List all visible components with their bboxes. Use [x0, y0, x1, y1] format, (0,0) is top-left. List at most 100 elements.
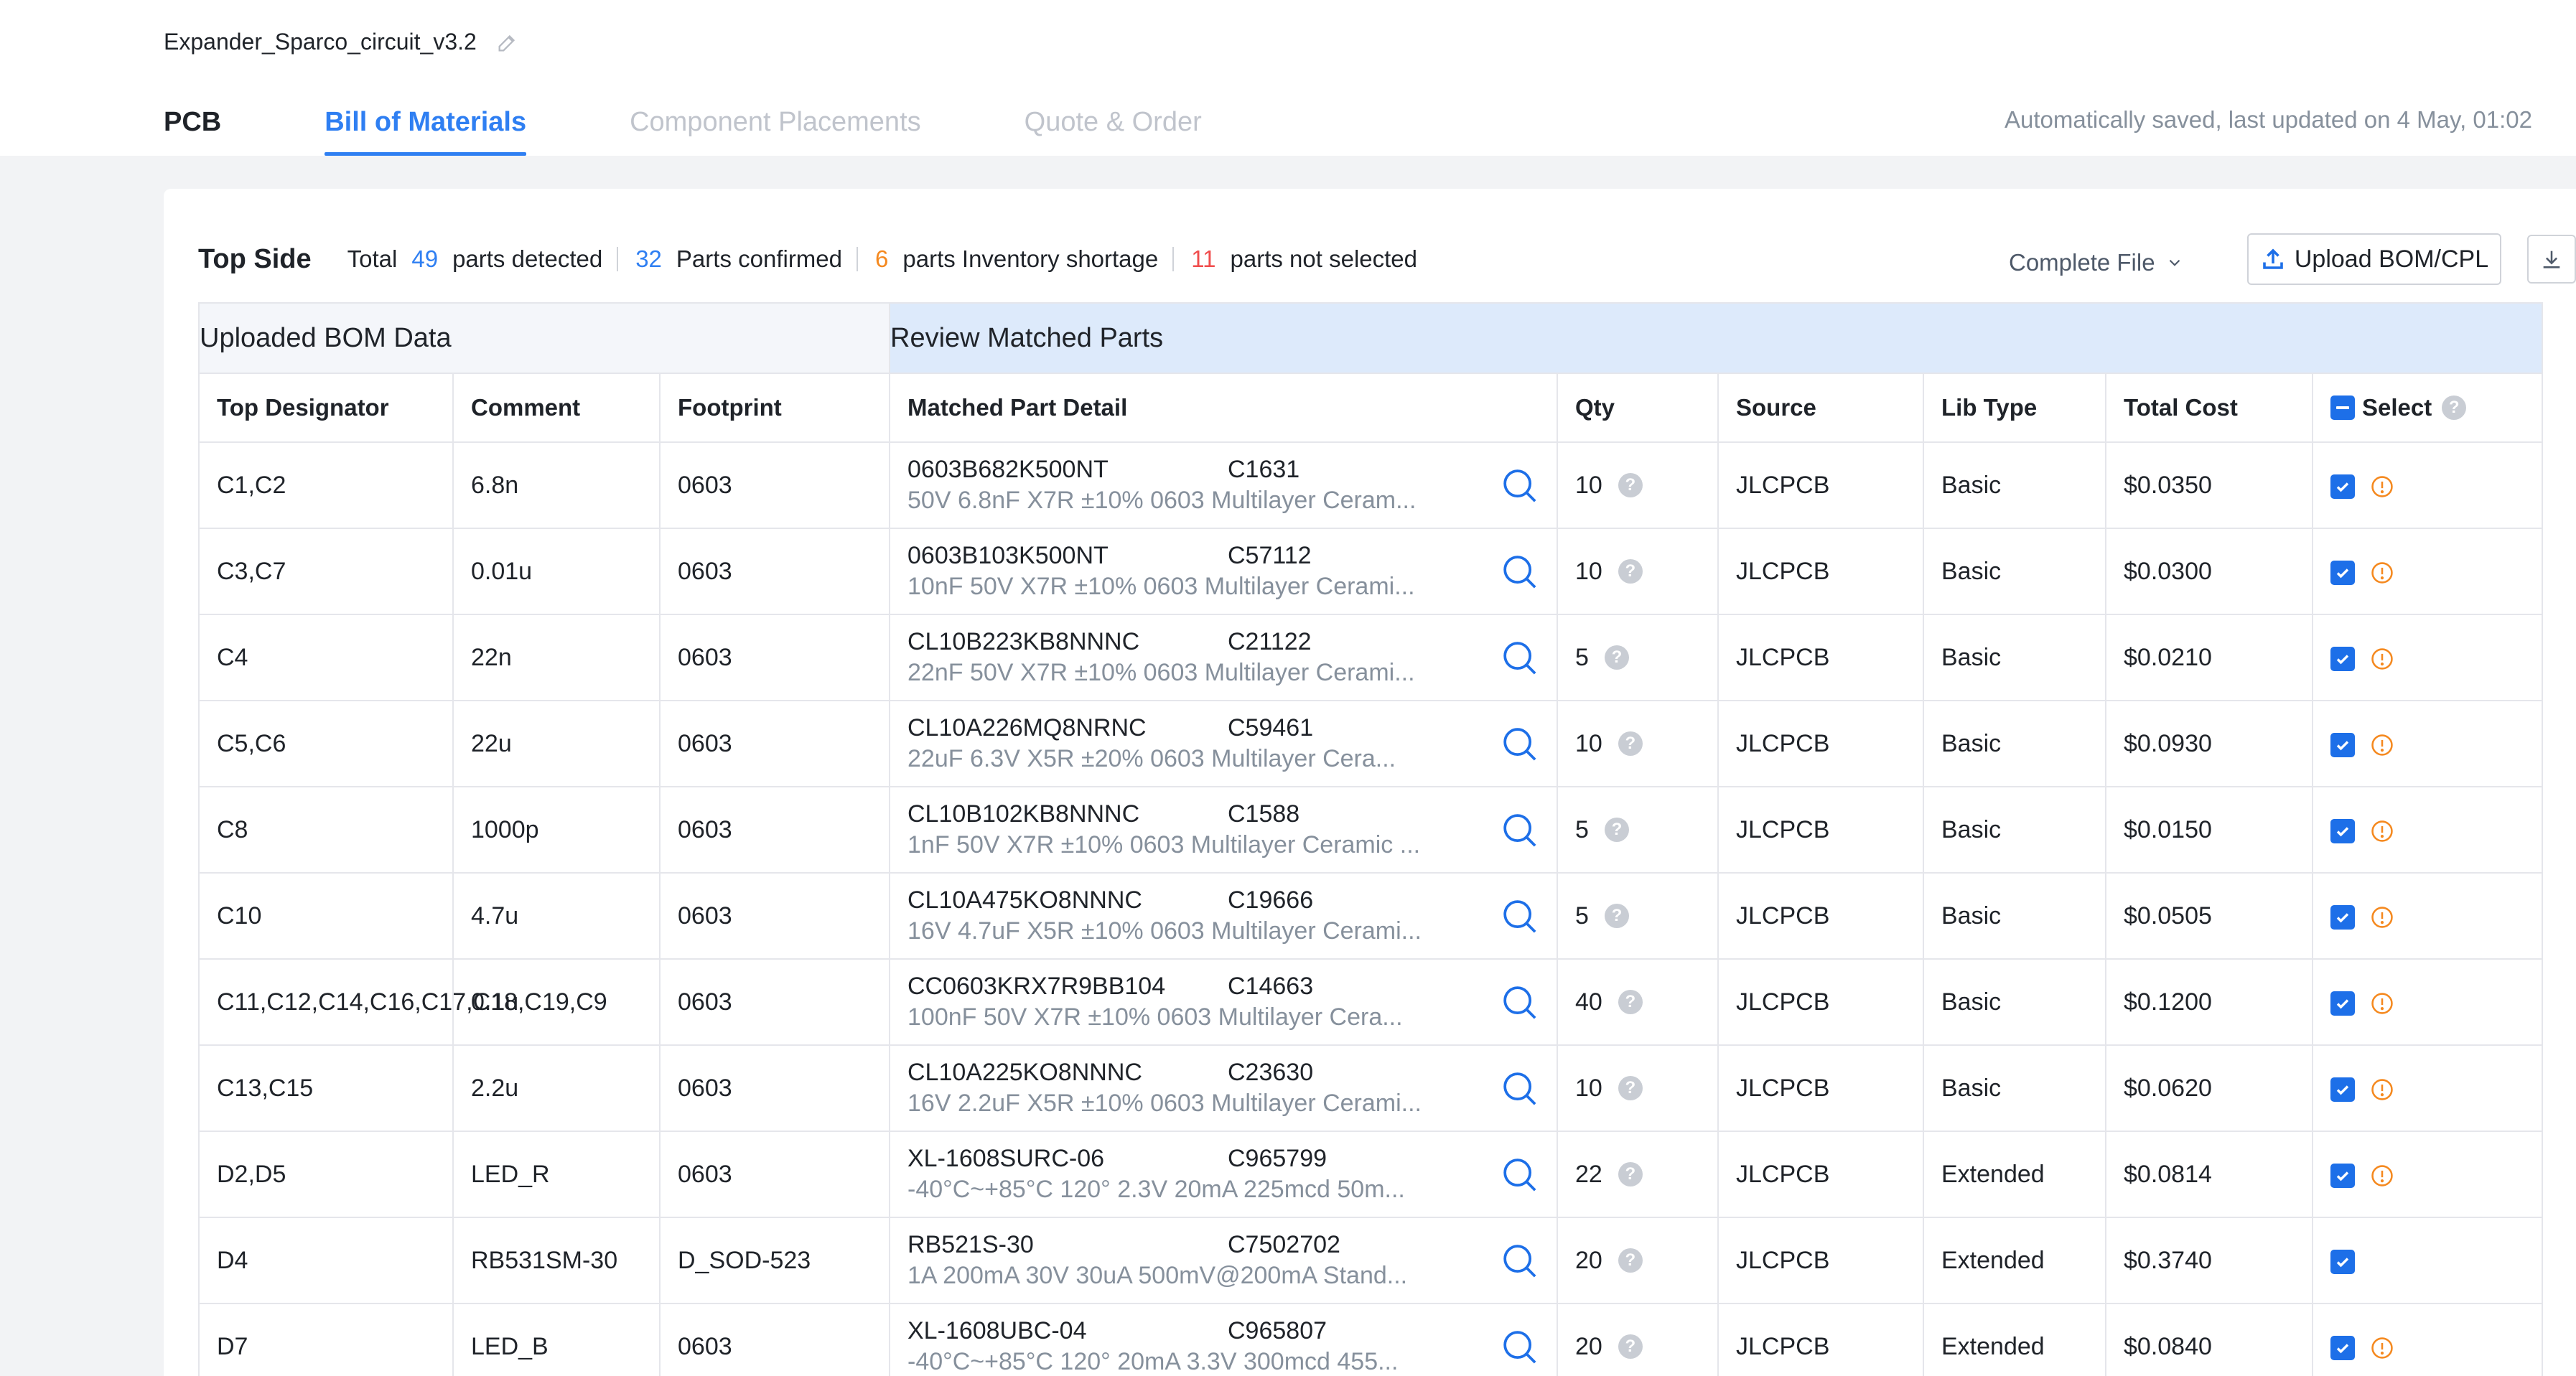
help-icon[interactable]: ? [1618, 473, 1643, 497]
search-icon[interactable] [1499, 896, 1539, 936]
select-all-checkbox[interactable] [2330, 396, 2355, 420]
tab-bill-of-materials[interactable]: Bill of Materials [325, 100, 526, 156]
help-icon[interactable]: ? [1618, 1334, 1643, 1359]
cell-qty: 22 ? [1557, 1131, 1719, 1218]
row-select-checkbox[interactable] [2330, 904, 2355, 930]
matched-part-code[interactable]: C21122 [1228, 628, 1312, 656]
matched-part-code[interactable]: C7502702 [1228, 1231, 1340, 1259]
designator-text: D2,D5 [217, 1161, 286, 1188]
table-row: C13,C15 2.2u 0603 CL10A225KO8NNNC C23630… [198, 1044, 2544, 1132]
tab-pcb[interactable]: PCB [164, 100, 221, 156]
matched-part-number[interactable]: CL10A226MQ8NRNC [907, 714, 1228, 742]
search-icon[interactable] [1499, 810, 1539, 850]
select-header-label: Select [2362, 394, 2432, 421]
row-select-checkbox[interactable] [2330, 732, 2355, 757]
matched-part-code[interactable]: C1631 [1228, 456, 1299, 484]
row-select-checkbox[interactable] [2330, 474, 2355, 499]
cell-total-cost: $0.0840 [2105, 1303, 2313, 1376]
matched-part-code[interactable]: C14663 [1228, 973, 1313, 1001]
row-select-checkbox[interactable] [2330, 991, 2355, 1016]
matched-part-code[interactable]: C59461 [1228, 714, 1313, 742]
warning-icon[interactable] [2370, 1164, 2394, 1188]
cell-source: JLCPCB [1717, 1131, 1924, 1218]
warning-icon[interactable] [2370, 991, 2394, 1016]
matched-part-code[interactable]: C57112 [1228, 542, 1312, 570]
matched-part-number[interactable]: XL-1608SURC-06 [907, 1145, 1228, 1173]
warning-icon[interactable] [2370, 905, 2394, 930]
tab-quote-order[interactable]: Quote & Order [1025, 100, 1202, 156]
row-select-checkbox[interactable] [2330, 1335, 2355, 1360]
cell-select [2311, 1131, 2544, 1218]
help-icon[interactable]: ? [1618, 990, 1643, 1014]
matched-part-number[interactable]: 0603B682K500NT [907, 456, 1228, 484]
help-icon[interactable]: ? [1604, 904, 1629, 928]
complete-file-dropdown[interactable]: Complete File [2009, 249, 2184, 276]
qty-value: 20 [1575, 1332, 1602, 1360]
cell-matched-part: CL10A475KO8NNNC C19666 16V 4.7uF X5R ±10… [889, 872, 1558, 960]
matched-part-code[interactable]: C965799 [1228, 1145, 1327, 1173]
cell-source: JLCPCB [1717, 1303, 1924, 1376]
search-icon[interactable] [1499, 724, 1539, 764]
cell-comment: 1000p [452, 786, 661, 874]
matched-part-number[interactable]: 0603B103K500NT [907, 542, 1228, 570]
cell-source: JLCPCB [1717, 528, 1924, 615]
warning-icon[interactable] [2370, 647, 2394, 671]
upload-bom-cpl-button[interactable]: Upload BOM/CPL [2247, 233, 2501, 285]
matched-part-number[interactable]: CL10B223KB8NNNC [907, 628, 1228, 656]
warning-icon[interactable] [2370, 1336, 2394, 1360]
search-icon[interactable] [1499, 465, 1539, 505]
warning-icon[interactable] [2370, 819, 2394, 843]
main-tabs: PCB Bill of Materials Component Placemen… [164, 100, 1305, 156]
help-icon[interactable]: ? [2442, 396, 2467, 420]
stat-total-count: 49 [411, 245, 439, 272]
help-icon[interactable]: ? [1604, 818, 1629, 842]
search-icon[interactable] [1499, 551, 1539, 591]
matched-part-number[interactable]: CC0603KRX7R9BB104 [907, 973, 1228, 1001]
matched-part-code[interactable]: C19666 [1228, 886, 1313, 914]
matched-part-description: 22uF 6.3V X5R ±20% 0603 Multilayer Cera.… [907, 745, 1396, 772]
matched-part-number[interactable]: XL-1608UBC-04 [907, 1317, 1228, 1345]
matched-part-number[interactable]: CL10A225KO8NNNC [907, 1059, 1228, 1087]
warning-icon[interactable] [2370, 561, 2394, 585]
row-select-checkbox[interactable] [2330, 646, 2355, 671]
cell-footprint: 0603 [659, 528, 890, 615]
help-icon[interactable]: ? [1618, 1248, 1643, 1273]
search-icon[interactable] [1499, 1154, 1539, 1194]
matched-part-number[interactable]: RB521S-30 [907, 1231, 1228, 1259]
cell-source: JLCPCB [1717, 786, 1924, 874]
cell-designator: C8 [198, 786, 454, 874]
cell-matched-part: CL10A225KO8NNNC C23630 16V 2.2uF X5R ±10… [889, 1044, 1558, 1132]
matched-part-header: CL10A475KO8NNNC C19666 [907, 886, 1557, 914]
matched-part-code[interactable]: C1588 [1228, 800, 1299, 828]
cell-lib-type: Basic [1923, 441, 2106, 529]
tab-component-placements[interactable]: Component Placements [630, 100, 921, 156]
matched-part-code[interactable]: C23630 [1228, 1059, 1313, 1087]
search-icon[interactable] [1499, 637, 1539, 678]
row-select-checkbox[interactable] [2330, 818, 2355, 843]
row-select-checkbox[interactable] [2330, 1249, 2355, 1274]
help-icon[interactable]: ? [1618, 731, 1643, 756]
row-select-checkbox[interactable] [2330, 560, 2355, 585]
search-icon[interactable] [1499, 1240, 1539, 1281]
cell-total-cost: $0.0210 [2105, 614, 2313, 701]
search-icon[interactable] [1499, 1326, 1539, 1367]
warning-icon[interactable] [2370, 733, 2394, 757]
help-icon[interactable]: ? [1618, 1162, 1643, 1187]
row-select-checkbox[interactable] [2330, 1163, 2355, 1188]
help-icon[interactable]: ? [1618, 1076, 1643, 1100]
row-select-checkbox[interactable] [2330, 1077, 2355, 1102]
download-button[interactable] [2527, 235, 2576, 284]
pencil-edit-icon[interactable] [495, 30, 520, 55]
matched-part-number[interactable]: CL10B102KB8NNNC [907, 800, 1228, 828]
search-icon[interactable] [1499, 1068, 1539, 1108]
stat-not-selected: 11 parts not selected [1177, 245, 1417, 273]
matched-part-header: CC0603KRX7R9BB104 C14663 [907, 973, 1557, 1001]
matched-part-code[interactable]: C965807 [1228, 1317, 1327, 1345]
matched-part-number[interactable]: CL10A475KO8NNNC [907, 886, 1228, 914]
warning-icon[interactable] [2370, 1077, 2394, 1102]
search-icon[interactable] [1499, 982, 1539, 1022]
help-icon[interactable]: ? [1604, 645, 1629, 670]
upload-button-label: Upload BOM/CPL [2294, 245, 2489, 273]
warning-icon[interactable] [2370, 474, 2394, 499]
help-icon[interactable]: ? [1618, 559, 1643, 584]
